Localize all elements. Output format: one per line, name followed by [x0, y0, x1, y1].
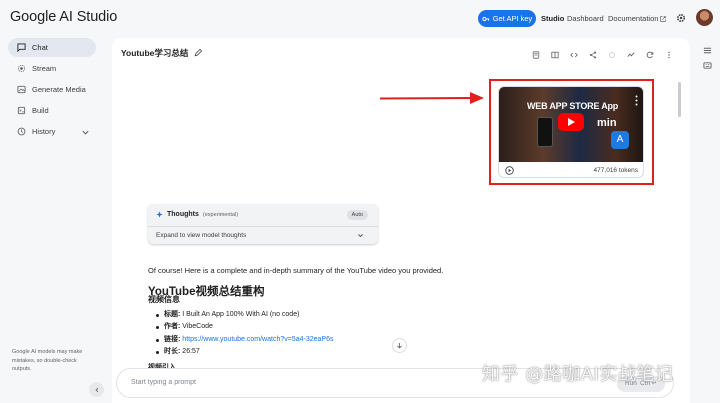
sidebar-item-label: History: [32, 127, 56, 136]
history-icon: [17, 127, 26, 136]
sparkle-icon: [156, 211, 163, 218]
watermark: 知乎 @路咖AI实战笔记: [482, 364, 674, 385]
response-intro: Of course! Here is a complete and in-dep…: [148, 266, 444, 275]
list-item: 链接: https://www.youtube.com/watch?v=5a4-…: [156, 334, 333, 346]
external-link-icon: [660, 15, 667, 22]
get-api-key-button[interactable]: Get API key: [478, 10, 536, 27]
more-vert-icon[interactable]: [635, 95, 638, 106]
info-key: 链接:: [164, 335, 181, 343]
app-store-icon: A: [611, 131, 629, 149]
sidebar-item-stream[interactable]: Stream: [8, 59, 96, 78]
sidebar-item-label: Stream: [32, 64, 57, 73]
phone-graphic: [537, 117, 553, 147]
edit-pencil-icon[interactable]: [194, 49, 203, 57]
refresh-icon[interactable]: [646, 46, 654, 59]
code-icon[interactable]: [570, 46, 578, 58]
info-key: 时长:: [164, 347, 181, 355]
sidebar-item-label: Generate Media: [32, 85, 86, 94]
get-code-icon[interactable]: [703, 61, 712, 70]
analytics-icon[interactable]: [627, 46, 635, 57]
sidebar-item-label: Build: [32, 106, 49, 115]
media-icon: [17, 85, 26, 94]
thoughts-divider: [148, 226, 378, 227]
chat-panel: Youtube学习总结 WEB APP STORE App min A 477,…: [112, 38, 690, 403]
video-info-list: 标题: I Built An App 100% With AI (no code…: [156, 309, 333, 358]
info-key: 作者:: [164, 323, 181, 331]
response-subheading: 视频信息: [148, 295, 180, 304]
info-value: 26:57: [182, 347, 200, 355]
gear-icon[interactable]: [676, 13, 686, 23]
more-vert-icon[interactable]: [665, 46, 673, 59]
nav-studio[interactable]: Studio: [541, 14, 564, 23]
token-count: 477,016 tokens: [593, 167, 638, 174]
sidebar-item-label: Chat: [32, 43, 48, 52]
thoughts-mode-badge[interactable]: Auto: [346, 210, 368, 220]
video-attachment[interactable]: WEB APP STORE App min A 477,016 tokens: [498, 86, 644, 178]
annotation-arrow-icon: [379, 92, 484, 104]
chat-toolbar: [532, 46, 673, 59]
video-link[interactable]: https://www.youtube.com/watch?v=5a4-32ea…: [182, 336, 333, 343]
app-logo[interactable]: Google AI Studio: [10, 9, 117, 25]
thoughts-header: Thoughts (experimental): [156, 211, 238, 218]
sidebar-item-history[interactable]: History: [8, 122, 96, 141]
list-item: 时长: 26:57: [156, 346, 333, 358]
key-icon: [482, 16, 489, 21]
chevron-down-icon[interactable]: [357, 232, 364, 239]
stream-icon: [17, 64, 26, 73]
scrollbar-thumb[interactable]: [678, 82, 681, 117]
compare-icon[interactable]: [551, 46, 559, 59]
chat-icon: [17, 43, 26, 52]
video-footer: 477,016 tokens: [499, 162, 643, 177]
get-api-key-label: Get API key: [492, 14, 533, 23]
build-icon: [17, 106, 26, 115]
thoughts-title: Thoughts: [167, 211, 199, 218]
collapse-sidebar-button[interactable]: [89, 382, 104, 397]
avatar[interactable]: [696, 9, 713, 26]
disclaimer-text: Google AI models may make mistakes, so d…: [12, 349, 83, 372]
sidebar-item-build[interactable]: Build: [8, 101, 96, 120]
branch-icon[interactable]: [608, 46, 616, 58]
youtube-play-icon[interactable]: [558, 113, 584, 131]
list-item: 作者: VibeCode: [156, 321, 333, 333]
play-circle-icon[interactable]: [505, 166, 514, 175]
chat-title-text: Youtube学习总结: [121, 48, 189, 58]
run-settings-icon[interactable]: [703, 46, 712, 55]
sidebar-item-generate-media[interactable]: Generate Media: [8, 80, 96, 99]
thoughts-experimental-tag: (experimental): [202, 211, 239, 218]
info-key: 标题:: [164, 311, 181, 318]
arrow-down-icon: [397, 343, 402, 349]
video-thumbnail[interactable]: WEB APP STORE App min A: [499, 87, 643, 162]
thumbnail-title-text: WEB APP STORE App: [527, 101, 619, 111]
list-item: 标题: I Built An App 100% With AI (no code…: [156, 309, 333, 321]
thoughts-panel[interactable]: Thoughts (experimental) Auto Expand to v…: [148, 204, 378, 244]
nav-dashboard[interactable]: Dashboard: [567, 14, 604, 23]
save-icon[interactable]: [532, 46, 540, 59]
top-bar: Google AI Studio Get API key Studio Dash…: [0, 0, 720, 36]
chevron-left-icon: [95, 387, 98, 392]
share-icon[interactable]: [589, 46, 597, 59]
sidebar-item-chat[interactable]: Chat: [8, 38, 96, 57]
nav-documentation-label: Documentation: [608, 14, 659, 23]
chevron-down-icon: [82, 130, 89, 135]
info-value: I Built An App 100% With AI (no code): [182, 311, 300, 318]
info-value: VibeCode: [182, 323, 213, 331]
chat-title: Youtube学习总结: [121, 47, 203, 59]
sidebar: Chat Stream Generate Media Build History…: [0, 36, 104, 403]
nav-documentation[interactable]: Documentation: [608, 14, 667, 23]
scroll-to-bottom-button[interactable]: [392, 338, 407, 353]
thumbnail-subtitle-text: min: [597, 117, 617, 129]
expand-thoughts-label[interactable]: Expand to view model thoughts: [156, 232, 246, 239]
